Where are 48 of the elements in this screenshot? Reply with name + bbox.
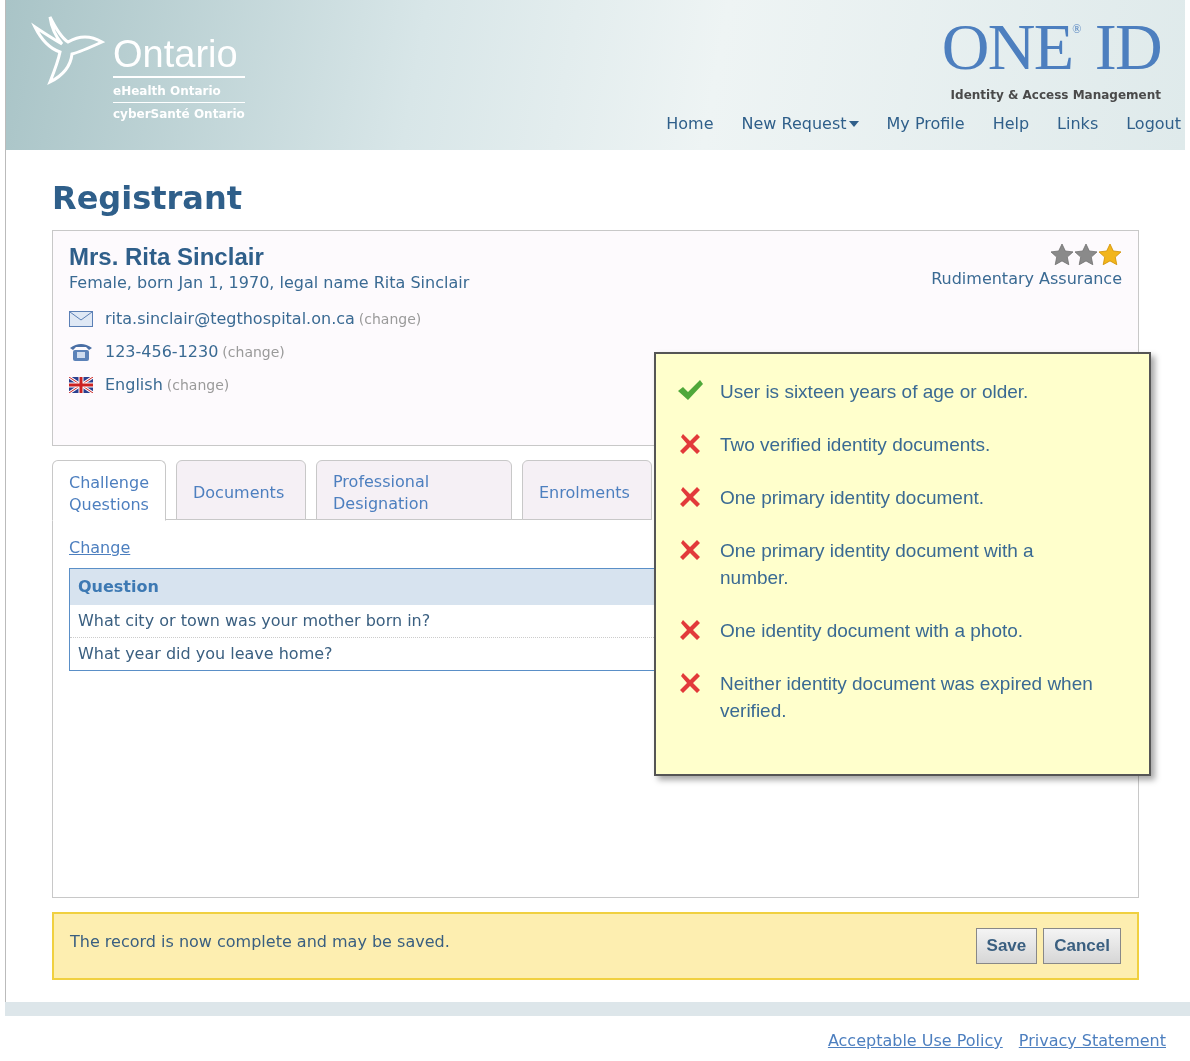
nav-link[interactable]: Links xyxy=(1057,112,1099,136)
requirement-text: Neither identity document was expired when verified. xyxy=(720,672,1094,723)
status-message: The record is now complete and may be saved. xyxy=(70,931,450,953)
product-logo: ONE$^{®}$ ID xyxy=(941,12,1161,82)
save-button[interactable]: Save xyxy=(975,928,1038,964)
requirement-text: One identity document with a photo. xyxy=(720,619,1025,643)
product-tagline: Identity & Access Management xyxy=(950,87,1161,104)
column-header: Question xyxy=(77,576,160,598)
contact-value: English xyxy=(105,374,163,396)
contact-value: rita.sinclair@tegthospital.on.ca xyxy=(105,308,355,330)
caret-icon xyxy=(848,121,859,127)
table-cell-text: What city or town was your mother born in? xyxy=(77,610,432,632)
star-icon xyxy=(1050,243,1074,267)
page-title: Registrant xyxy=(52,178,243,219)
checkmark-icon xyxy=(676,378,704,402)
tab[interactable]: Professional Designation xyxy=(316,460,512,520)
registrant-details: Female, born Jan 1, 1970, legal name Rita Sinclair xyxy=(69,272,470,294)
star-icon xyxy=(1074,243,1098,267)
change-link[interactable]: Change xyxy=(69,536,131,560)
envelope-icon xyxy=(69,311,93,327)
change-link[interactable]: (change) xyxy=(358,308,422,330)
logo-title: Ontario xyxy=(113,32,245,78)
contact-value: 123-456-1230 xyxy=(105,341,219,363)
star-icon xyxy=(1098,243,1122,267)
tab[interactable]: Enrolments xyxy=(522,460,652,520)
tab[interactable]: Documents xyxy=(176,460,306,520)
nav-link[interactable]: My Profile xyxy=(886,112,965,136)
nav-link[interactable]: Logout xyxy=(1126,112,1181,136)
nav-link[interactable]: Help xyxy=(992,112,1030,136)
requirement-text: Two verified identity documents. xyxy=(720,433,992,457)
flag-icon xyxy=(69,377,93,393)
nav-link[interactable]: Home xyxy=(666,112,714,136)
assurance-level: Rudimentary Assurance xyxy=(931,268,1122,290)
logo-subtitle: eHealth Ontario xyxy=(113,82,245,103)
logo-subtitle: cyberSanté Ontario xyxy=(113,106,245,123)
footer-link[interactable]: Acceptable Use Policy xyxy=(827,1029,1003,1053)
change-link[interactable]: (change) xyxy=(166,374,230,396)
requirement-text: One primary identity document with a number. xyxy=(720,539,1035,590)
change-link[interactable]: (change) xyxy=(222,341,285,363)
registrant-name: Mrs. Rita Sinclair xyxy=(69,243,265,271)
nav-link[interactable]: New Request xyxy=(741,112,859,136)
requirement-text: User is sixteen years of age or older. xyxy=(720,380,1030,404)
cancel-button[interactable]: Cancel xyxy=(1043,928,1121,964)
requirement-text: One primary identity document. xyxy=(720,486,985,510)
table-cell-text: What year did you leave home? xyxy=(77,643,334,665)
telephone-icon xyxy=(69,342,93,362)
tab[interactable]: Challenge Questions xyxy=(52,460,166,521)
footer-link[interactable]: Privacy Statement xyxy=(1018,1029,1166,1053)
